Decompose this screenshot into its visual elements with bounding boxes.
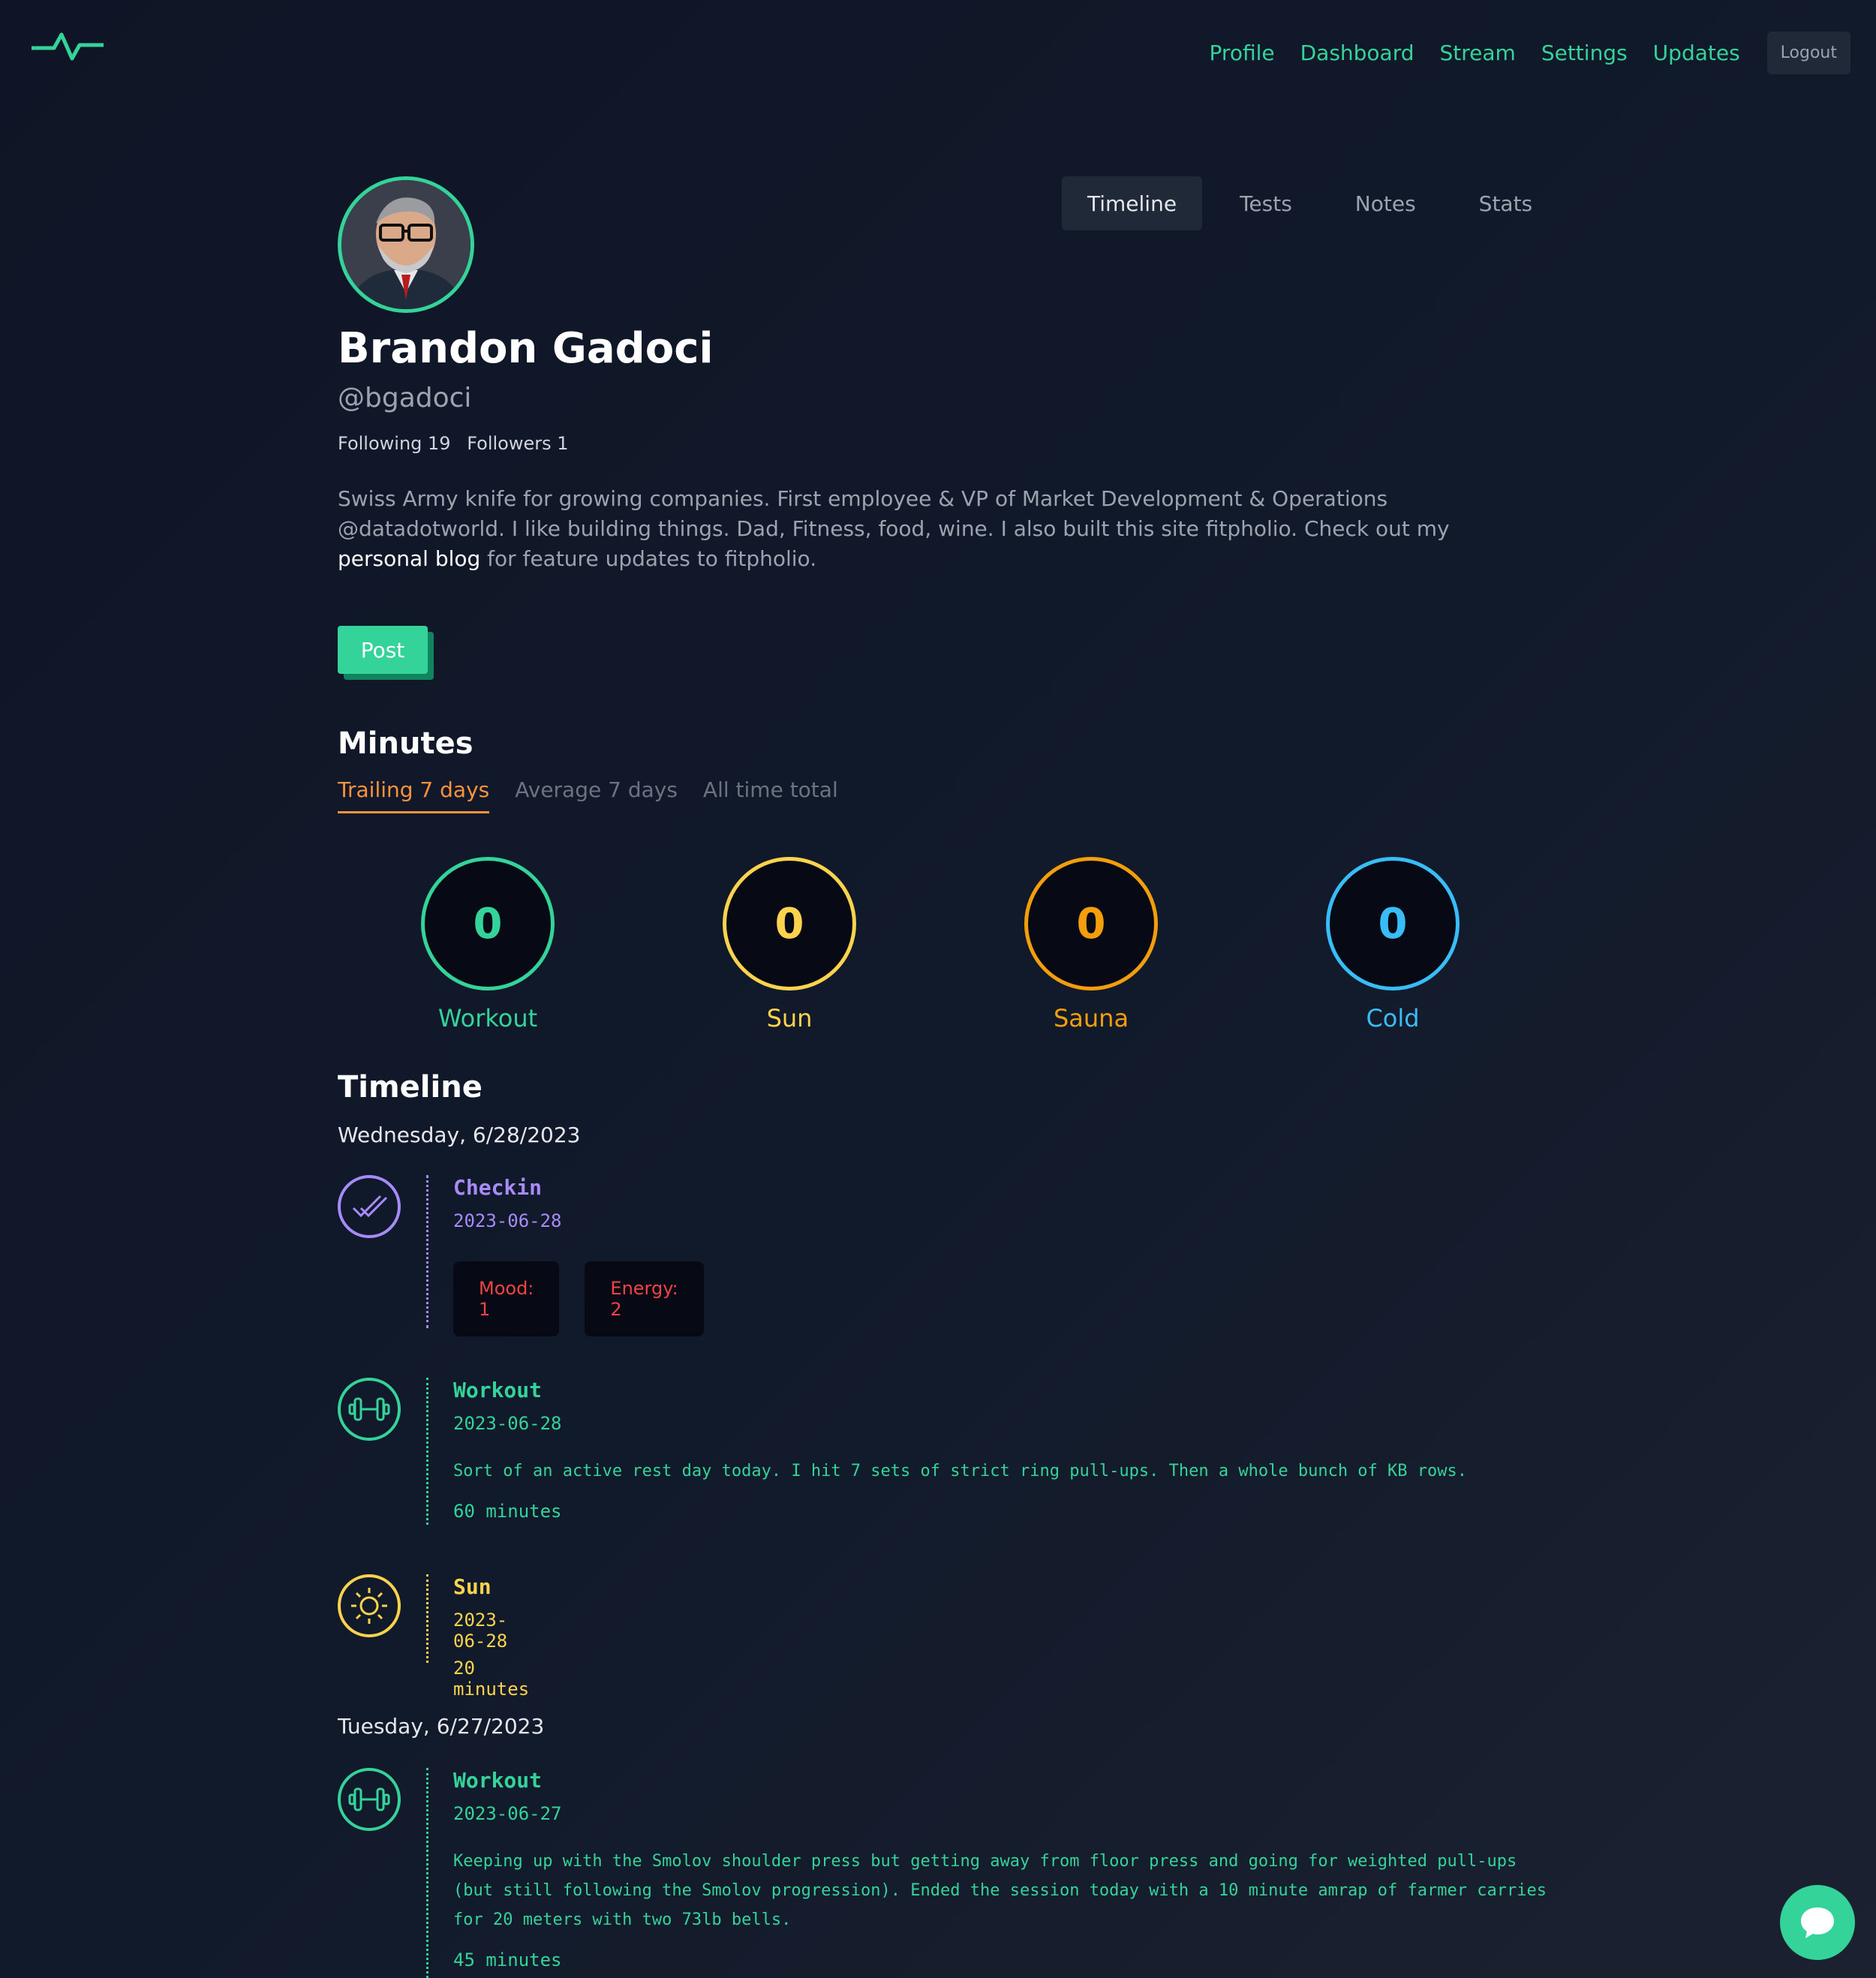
stat-cold-label: Cold [1366,1004,1420,1033]
following-count[interactable]: Following 19 [338,433,451,454]
entry-title: Workout [453,1768,543,1793]
stat-sun-label: Sun [766,1004,813,1033]
entry-minutes: 20 minutes [453,1658,530,1700]
dumbbell-icon [338,1378,401,1441]
tab-stats[interactable]: Stats [1454,176,1558,230]
entry-content: Sun 2023-06-28 20 minutes [453,1574,529,1700]
post-button[interactable]: Post [338,626,428,674]
stat-workout-value: 0 [421,857,555,991]
entry-title: Workout [453,1378,543,1402]
stat-sauna: 0 Sauna [994,857,1189,1033]
stat-workout-label: Workout [437,1004,538,1033]
energy-chip: Energy: 2 [585,1261,704,1336]
timeline-connector [426,1768,428,1978]
checkin-chips: Mood: 1 Energy: 2 [453,1261,729,1336]
stat-cold: 0 Cold [1295,857,1490,1033]
tab-timeline[interactable]: Timeline [1062,176,1203,230]
tab-all-time-total[interactable]: All time total [703,777,838,813]
timeline-connector [426,1574,428,1663]
entry-date: 2023-06-28 [453,1610,508,1652]
entry-description: Keeping up with the Smolov shoulder pres… [453,1852,1547,1929]
chat-bubble-icon [1801,1907,1834,1938]
mood-chip: Mood: 1 [453,1261,560,1336]
entry-content: Checkin 2023-06-28 Mood: 1 Energy: 2 [453,1175,729,1336]
entry-minutes: 60 minutes [453,1501,562,1522]
entry-title: Sun [453,1574,492,1599]
entry-date: 2023-06-28 [453,1210,562,1231]
chat-button[interactable] [1780,1885,1855,1960]
entry-title: Checkin [453,1175,543,1200]
logout-button[interactable]: Logout [1766,32,1850,74]
stat-workout: 0 Workout [390,857,585,1033]
check-double-icon [338,1175,401,1238]
nav-profile[interactable]: Profile [1210,41,1275,65]
minutes-tabs: Trailing 7 days Average 7 days All time … [338,777,864,813]
personal-blog-link[interactable]: personal blog [338,546,480,571]
profile-bio: Swiss Army knife for growing companies. … [338,484,1538,574]
tab-average-7-days[interactable]: Average 7 days [515,777,678,813]
dumbbell-icon [338,1768,401,1831]
tab-tests[interactable]: Tests [1214,176,1318,230]
day-heading: Wednesday, 6/28/2023 [338,1123,581,1147]
entry-content: Workout 2023-06-27 Keeping up with the S… [453,1768,1549,1970]
stat-sun-value: 0 [723,857,856,991]
entry-content: Workout 2023-06-28 Sort of an active res… [453,1378,1549,1522]
nav-stream[interactable]: Stream [1440,41,1516,65]
sun-icon [338,1574,401,1637]
entry-description: Sort of an active rest day today. I hit … [453,1462,1468,1480]
nav-settings[interactable]: Settings [1541,41,1628,65]
stat-sauna-value: 0 [1024,857,1158,991]
stat-sun: 0 Sun [692,857,887,1033]
nav-dashboard[interactable]: Dashboard [1300,41,1415,65]
profile-handle: @bgadoci [338,383,472,413]
avatar [338,176,474,313]
minutes-heading: Minutes [338,726,474,761]
timeline-heading: Timeline [338,1070,483,1105]
top-nav: Profile Dashboard Stream Settings Update… [1210,32,1850,74]
stat-cold-value: 0 [1326,857,1460,991]
tab-notes[interactable]: Notes [1330,176,1442,230]
avatar-portrait-icon [341,180,471,309]
stat-sauna-label: Sauna [1053,1004,1129,1033]
followers-count[interactable]: Followers 1 [467,433,568,454]
follow-counts: Following 19 Followers 1 [338,433,579,454]
logo-pulse-icon[interactable] [32,30,104,63]
profile-name: Brandon Gadoci [338,324,714,373]
timeline-connector [426,1378,428,1525]
post-button-wrap: Post [338,626,434,680]
day-heading: Tuesday, 6/27/2023 [338,1714,545,1739]
entry-date: 2023-06-28 [453,1413,562,1434]
tab-trailing-7-days[interactable]: Trailing 7 days [338,777,490,813]
timeline-connector [426,1175,428,1328]
bio-text-end: for feature updates to fitpholio. [480,546,817,571]
profile-tabs: Timeline Tests Notes Stats [1062,176,1570,230]
nav-updates[interactable]: Updates [1653,41,1740,65]
entry-date: 2023-06-27 [453,1803,562,1824]
entry-minutes: 45 minutes [453,1949,562,1970]
bio-text: Swiss Army knife for growing companies. … [338,486,1450,541]
